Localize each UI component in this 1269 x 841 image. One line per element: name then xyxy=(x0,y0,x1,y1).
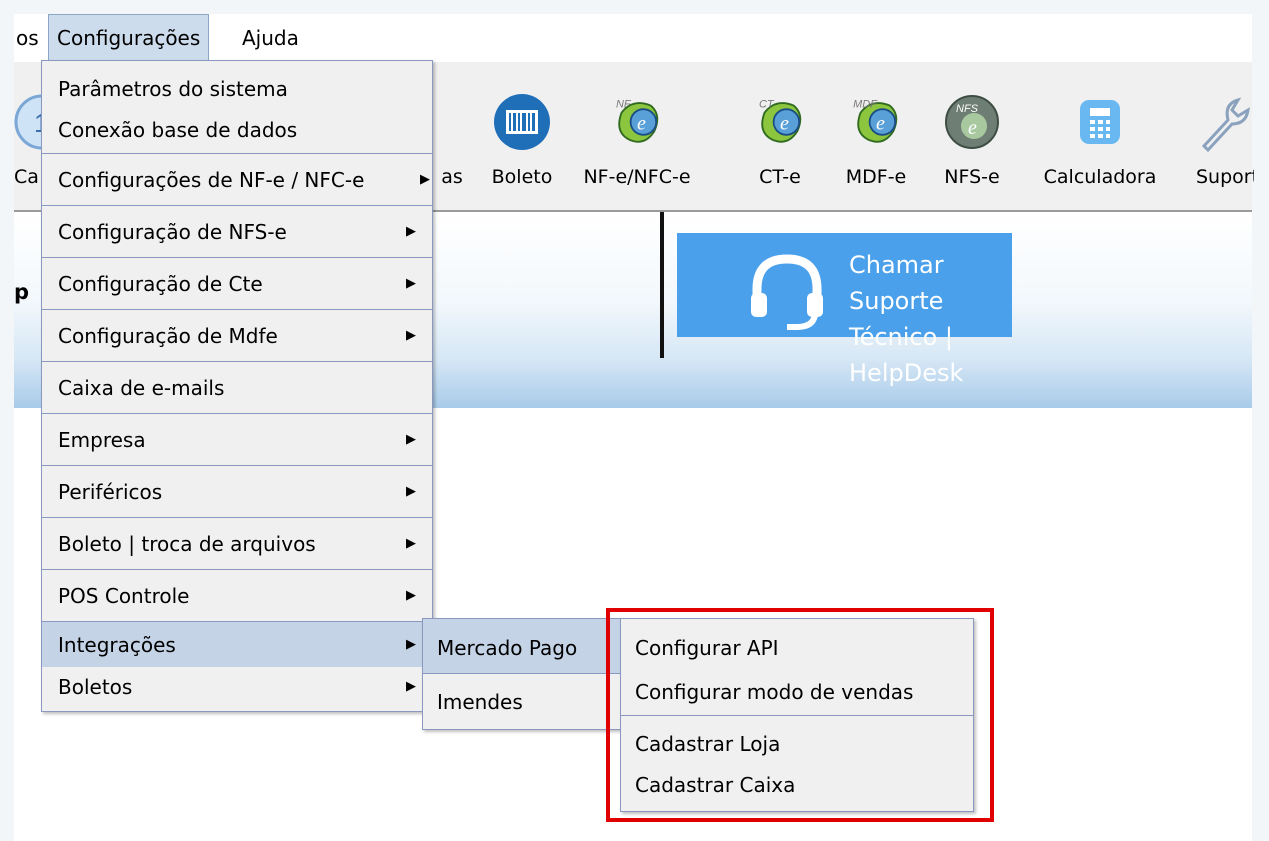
integracoes-submenu: Mercado Pago Imendes xyxy=(422,618,624,730)
svg-text:e: e xyxy=(637,112,646,134)
menu-cadastros[interactable]: os xyxy=(8,14,47,62)
menu-item-imendes[interactable]: Imendes xyxy=(423,673,623,729)
toolbar-item-boleto[interactable]: Boleto xyxy=(484,62,560,210)
menu-ajuda[interactable]: Ajuda xyxy=(234,14,307,62)
menu-item-nfse-config[interactable]: Configuração de NFS-e ▶ xyxy=(42,205,432,257)
toolbar-item-cte[interactable]: e CT CT-e xyxy=(748,62,812,210)
menu-item-conexao[interactable]: Conexão base de dados xyxy=(42,107,432,153)
menu-item-pos-controle[interactable]: POS Controle ▶ xyxy=(42,569,432,621)
submenu-arrow-icon: ▶ xyxy=(420,172,430,187)
toolbar-label-suporte: Suport xyxy=(1196,166,1254,188)
submenu-arrow-icon: ▶ xyxy=(406,276,416,291)
headset-icon xyxy=(751,254,823,330)
menu-item-mercado-pago[interactable]: Mercado Pago xyxy=(423,619,623,673)
support-line2: Técnico | HelpDesk xyxy=(849,323,964,387)
toolbar-item-nfse[interactable]: e NFS NFS-e xyxy=(934,62,1010,210)
menu-item-cte-config[interactable]: Configuração de Cte ▶ xyxy=(42,257,432,309)
toolbar-label-mdfe: MDF-e xyxy=(845,166,907,188)
submenu-arrow-icon: ▶ xyxy=(406,224,416,239)
submenu-arrow-icon: ▶ xyxy=(406,679,416,694)
support-helpdesk-button[interactable]: Chamar Suporte Técnico | HelpDesk xyxy=(677,233,1012,387)
right-edge xyxy=(1252,0,1269,841)
support-line1: Chamar Suporte xyxy=(849,251,944,315)
svg-text:NF: NF xyxy=(616,98,632,110)
menu-item-label: Periféricos xyxy=(58,480,163,504)
submenu-arrow-icon: ▶ xyxy=(406,637,416,652)
configuracoes-menu: Parâmetros do sistema Conexão base de da… xyxy=(41,60,433,712)
toolbar-label-cut2: as xyxy=(441,166,463,188)
menu-item-integracoes[interactable]: Integrações ▶ xyxy=(42,621,432,667)
menu-item-parametros[interactable]: Parâmetros do sistema xyxy=(42,61,432,107)
submenu-arrow-icon: ▶ xyxy=(406,432,416,447)
menu-item-caixa-emails[interactable]: Caixa de e-mails xyxy=(42,361,432,413)
menu-item-label: Configurações de NF-e / NFC-e xyxy=(58,168,365,192)
calculator-icon xyxy=(1080,100,1120,144)
toolbar-item-nfe[interactable]: e NF NF-e/NFC-e xyxy=(574,62,700,210)
menubar: os Configurações Ajuda xyxy=(14,14,1252,62)
menu-configuracoes[interactable]: Configurações xyxy=(48,14,210,62)
highlight-box xyxy=(606,608,994,822)
svg-text:CT: CT xyxy=(759,98,775,110)
svg-text:e: e xyxy=(780,112,789,134)
toolbar-label-nfe: NF-e/NFC-e xyxy=(583,166,691,188)
menu-item-label: Empresa xyxy=(58,428,146,452)
toolbar-item-cut[interactable]: as xyxy=(432,62,472,210)
toolbar-item-suporte[interactable]: Suport xyxy=(1194,62,1254,210)
menu-item-boletos[interactable]: Boletos ▶ xyxy=(42,667,432,711)
barcode-icon xyxy=(494,94,550,150)
svg-text:e: e xyxy=(876,112,885,134)
menu-item-label: Configuração de Cte xyxy=(58,272,263,296)
svg-text:MDF: MDF xyxy=(853,98,878,110)
menu-item-label: Boletos xyxy=(58,675,133,699)
menu-item-label: Integrações xyxy=(58,633,176,657)
toolbar-label-calculadora: Calculadora xyxy=(1043,166,1157,188)
submenu-arrow-icon: ▶ xyxy=(406,536,416,551)
toolbar-item-mdfe[interactable]: e MDF MDF-e xyxy=(836,62,916,210)
menu-item-perifericos[interactable]: Periféricos ▶ xyxy=(42,465,432,517)
nfse-icon: e NFS xyxy=(945,95,999,149)
nfe-icon: e NF xyxy=(616,98,659,143)
toolbar-label-nfse: NFS-e xyxy=(944,166,1000,188)
submenu-arrow-icon: ▶ xyxy=(406,484,416,499)
menu-item-boleto-troca[interactable]: Boleto | troca de arquivos ▶ xyxy=(42,517,432,569)
menu-item-mdfe-config[interactable]: Configuração de Mdfe ▶ xyxy=(42,309,432,361)
svg-text:e: e xyxy=(968,117,977,139)
menu-item-empresa[interactable]: Empresa ▶ xyxy=(42,413,432,465)
svg-text:NFS: NFS xyxy=(956,103,979,115)
toolbar-label-boleto: Boleto xyxy=(491,166,553,188)
submenu-arrow-icon: ▶ xyxy=(406,328,416,343)
menu-item-label: POS Controle xyxy=(58,584,190,608)
menu-item-label: Configuração de NFS-e xyxy=(58,220,287,244)
banner-cut-label: p xyxy=(14,280,30,304)
vertical-divider xyxy=(660,212,664,358)
menu-item-nfe-config[interactable]: Configurações de NF-e / NFC-e ▶ xyxy=(42,153,432,205)
submenu-arrow-icon: ▶ xyxy=(406,588,416,603)
mdfe-icon: e MDF xyxy=(853,98,898,143)
wrench-icon xyxy=(1201,97,1250,153)
menu-item-label: Configuração de Mdfe xyxy=(58,324,278,348)
toolbar-item-calculadora[interactable]: Calculadora xyxy=(1038,62,1162,210)
cte-icon: e CT xyxy=(759,98,802,143)
toolbar-label-cte: CT-e xyxy=(759,166,801,188)
menu-item-label: Boleto | troca de arquivos xyxy=(58,532,316,556)
